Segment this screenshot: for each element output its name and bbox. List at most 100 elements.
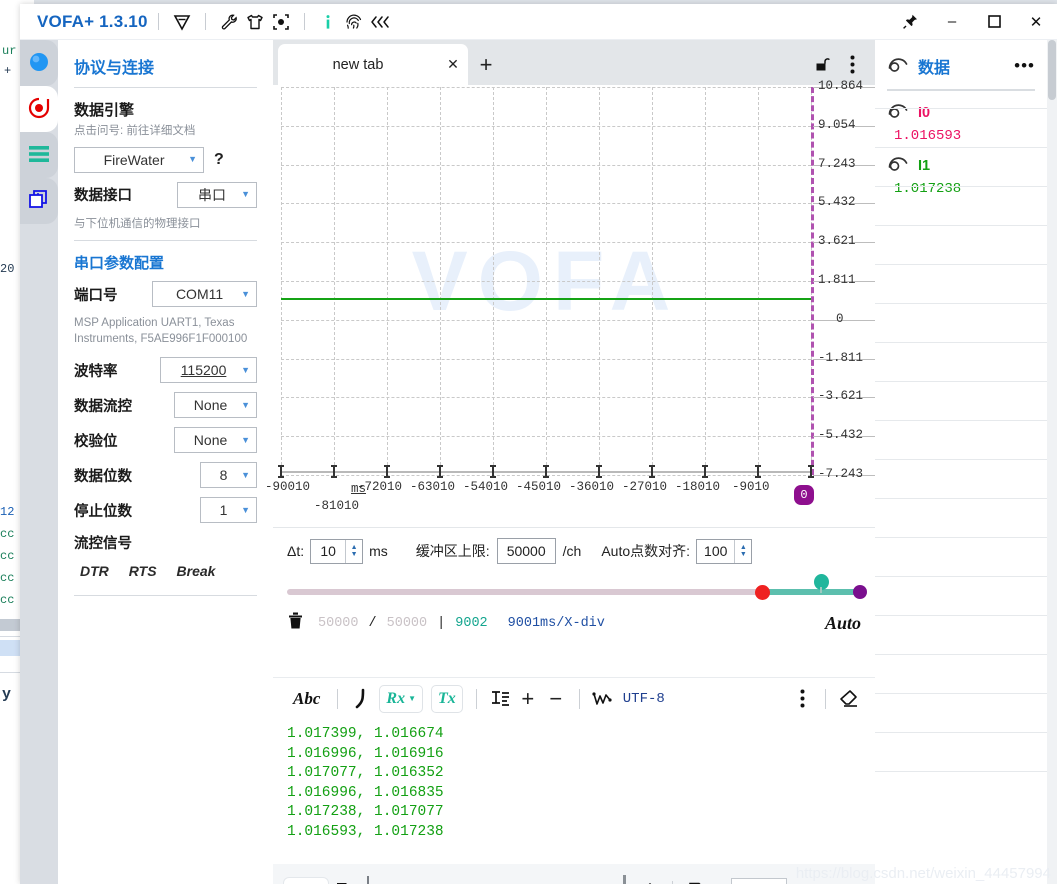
baud-label: 波特率 — [74, 360, 118, 381]
zoom-out-button[interactable]: − — [542, 685, 570, 713]
x-tick — [757, 467, 759, 478]
terminal-output[interactable]: 1.017399, 1.0166741.016996, 1.0169161.01… — [273, 719, 875, 864]
record-icon — [26, 95, 52, 124]
encoding-label[interactable]: UTF-8 — [623, 691, 665, 707]
send-file-icon[interactable] — [329, 877, 359, 884]
trace-I1 — [281, 298, 811, 300]
help-button[interactable]: ? — [214, 151, 224, 169]
align-stepper[interactable]: 100 ▲▼ — [696, 539, 752, 564]
close-button[interactable]: ✕ — [1015, 5, 1057, 39]
target-icon[interactable] — [268, 9, 294, 35]
send-input[interactable] — [367, 876, 615, 884]
collapse-left-icon[interactable] — [367, 9, 393, 35]
fingerprint-icon[interactable] — [341, 9, 367, 35]
parity-select[interactable]: None ▼ — [174, 427, 257, 453]
panel-rule — [875, 459, 1047, 460]
x-tick — [545, 467, 547, 478]
x-tick — [651, 467, 653, 478]
rts-button[interactable]: RTS — [129, 563, 157, 579]
x-tick-label: -54010 — [463, 480, 508, 494]
tx-toggle[interactable]: Tx — [431, 685, 463, 713]
pin-icon[interactable] — [889, 5, 931, 39]
plot-area[interactable]: VOFA 10.8649.0547.2435.4323.6211.8110-1.… — [273, 85, 875, 527]
x-tick — [280, 467, 282, 478]
data-panel-more-icon[interactable]: ••• — [1014, 61, 1035, 71]
divider — [825, 689, 826, 709]
panel-rule — [875, 225, 1047, 226]
buffer-input[interactable]: 50000 — [497, 538, 556, 564]
app-scrollbar[interactable] — [1047, 40, 1057, 884]
send-font-button[interactable]: Abc — [283, 877, 329, 884]
divider — [74, 87, 257, 88]
list-icon — [27, 144, 51, 167]
baud-select[interactable]: 115200 ▼ — [160, 357, 257, 383]
interface-value: 串口 — [187, 185, 241, 205]
tshirt-icon[interactable] — [242, 9, 268, 35]
rail-item-list[interactable] — [20, 132, 58, 178]
y-tick-label: 3.621 — [818, 234, 856, 248]
trash-icon[interactable] — [287, 611, 304, 635]
add-tab-button[interactable]: + — [468, 44, 504, 85]
app-window: VOFA+ 1.3.10 – ✕ — [20, 4, 1057, 884]
x-tick — [810, 467, 812, 478]
interface-select[interactable]: 串口 ▼ — [177, 182, 257, 208]
maximize-button[interactable] — [973, 5, 1015, 39]
visibility-icon[interactable] — [887, 56, 909, 77]
document-dropdown[interactable]: ▼ — [681, 877, 725, 884]
font-button[interactable]: Abc — [285, 687, 328, 711]
terminal-more-icon[interactable] — [788, 685, 816, 713]
divider — [158, 13, 159, 30]
slider-knob-end[interactable] — [853, 585, 867, 599]
zoom-in-button[interactable]: + — [514, 685, 542, 713]
x-tick — [333, 467, 335, 478]
rx-toggle[interactable]: Rx ▼ — [379, 685, 423, 713]
tab-new-tab[interactable]: new tab ✕ — [278, 44, 468, 85]
rail-item-connection[interactable] — [20, 40, 58, 86]
x-tick-label: -63010 — [410, 480, 455, 494]
cursor-zero-badge[interactable]: 0 — [794, 485, 814, 505]
grid-line-h — [281, 436, 811, 437]
engine-select[interactable]: FireWater ▼ — [74, 147, 204, 173]
flowcontrol-select[interactable]: None ▼ — [174, 392, 257, 418]
dtr-button[interactable]: DTR — [80, 563, 109, 579]
scrollbar-thumb[interactable] — [1048, 40, 1056, 100]
wrench-icon[interactable] — [216, 9, 242, 35]
y-axis-labels: 10.8649.0547.2435.4323.6211.8110-1.811-3… — [818, 85, 878, 477]
y-tick-label: 0 — [836, 312, 844, 326]
rail-item-windows[interactable] — [20, 178, 58, 224]
grid-line-h — [281, 359, 811, 360]
page-watermark: https://blog.csdn.net/weixin_44457994 — [796, 865, 1051, 882]
chart-status-row: 50000 / 50000 | 9002 9001ms/X-div Auto — [273, 606, 875, 640]
align-spin[interactable]: ▲▼ — [734, 540, 751, 563]
databits-row: 数据位数 8 ▼ — [74, 462, 257, 488]
divider — [623, 875, 626, 884]
slider-knob-start[interactable] — [755, 585, 770, 600]
auto-button[interactable]: Auto — [825, 613, 861, 634]
info-icon[interactable] — [315, 9, 341, 35]
dt-stepper[interactable]: 10 ▲▼ — [310, 539, 363, 564]
close-icon[interactable]: ✕ — [438, 56, 468, 73]
timeline-slider[interactable] — [287, 577, 861, 603]
minimize-button[interactable]: – — [931, 5, 973, 39]
chevron-down-icon: ▼ — [241, 366, 250, 375]
databits-select[interactable]: 8 ▼ — [200, 462, 257, 488]
x-tick — [386, 467, 388, 478]
x-tick-label: -81010 — [314, 499, 359, 513]
newline-select[interactable]: \n ▼ — [731, 878, 787, 884]
send-eraser-icon[interactable] — [634, 877, 664, 884]
line-break-icon[interactable] — [347, 685, 375, 713]
break-button[interactable]: Break — [177, 563, 216, 579]
grid-line-h — [281, 126, 811, 127]
rail-item-record[interactable] — [20, 86, 58, 132]
panel-rule — [875, 654, 1047, 655]
divider — [579, 689, 580, 709]
port-select[interactable]: COM11 ▼ — [152, 281, 257, 307]
divider — [74, 240, 257, 241]
eraser-icon[interactable] — [835, 685, 863, 713]
vofa-logo-icon[interactable] — [169, 9, 195, 35]
x-tick-label: -36010 — [569, 480, 614, 494]
stopbits-select[interactable]: 1 ▼ — [200, 497, 257, 523]
waveform-icon[interactable] — [589, 685, 617, 713]
dt-spin[interactable]: ▲▼ — [345, 540, 362, 563]
text-align-icon[interactable] — [486, 685, 514, 713]
